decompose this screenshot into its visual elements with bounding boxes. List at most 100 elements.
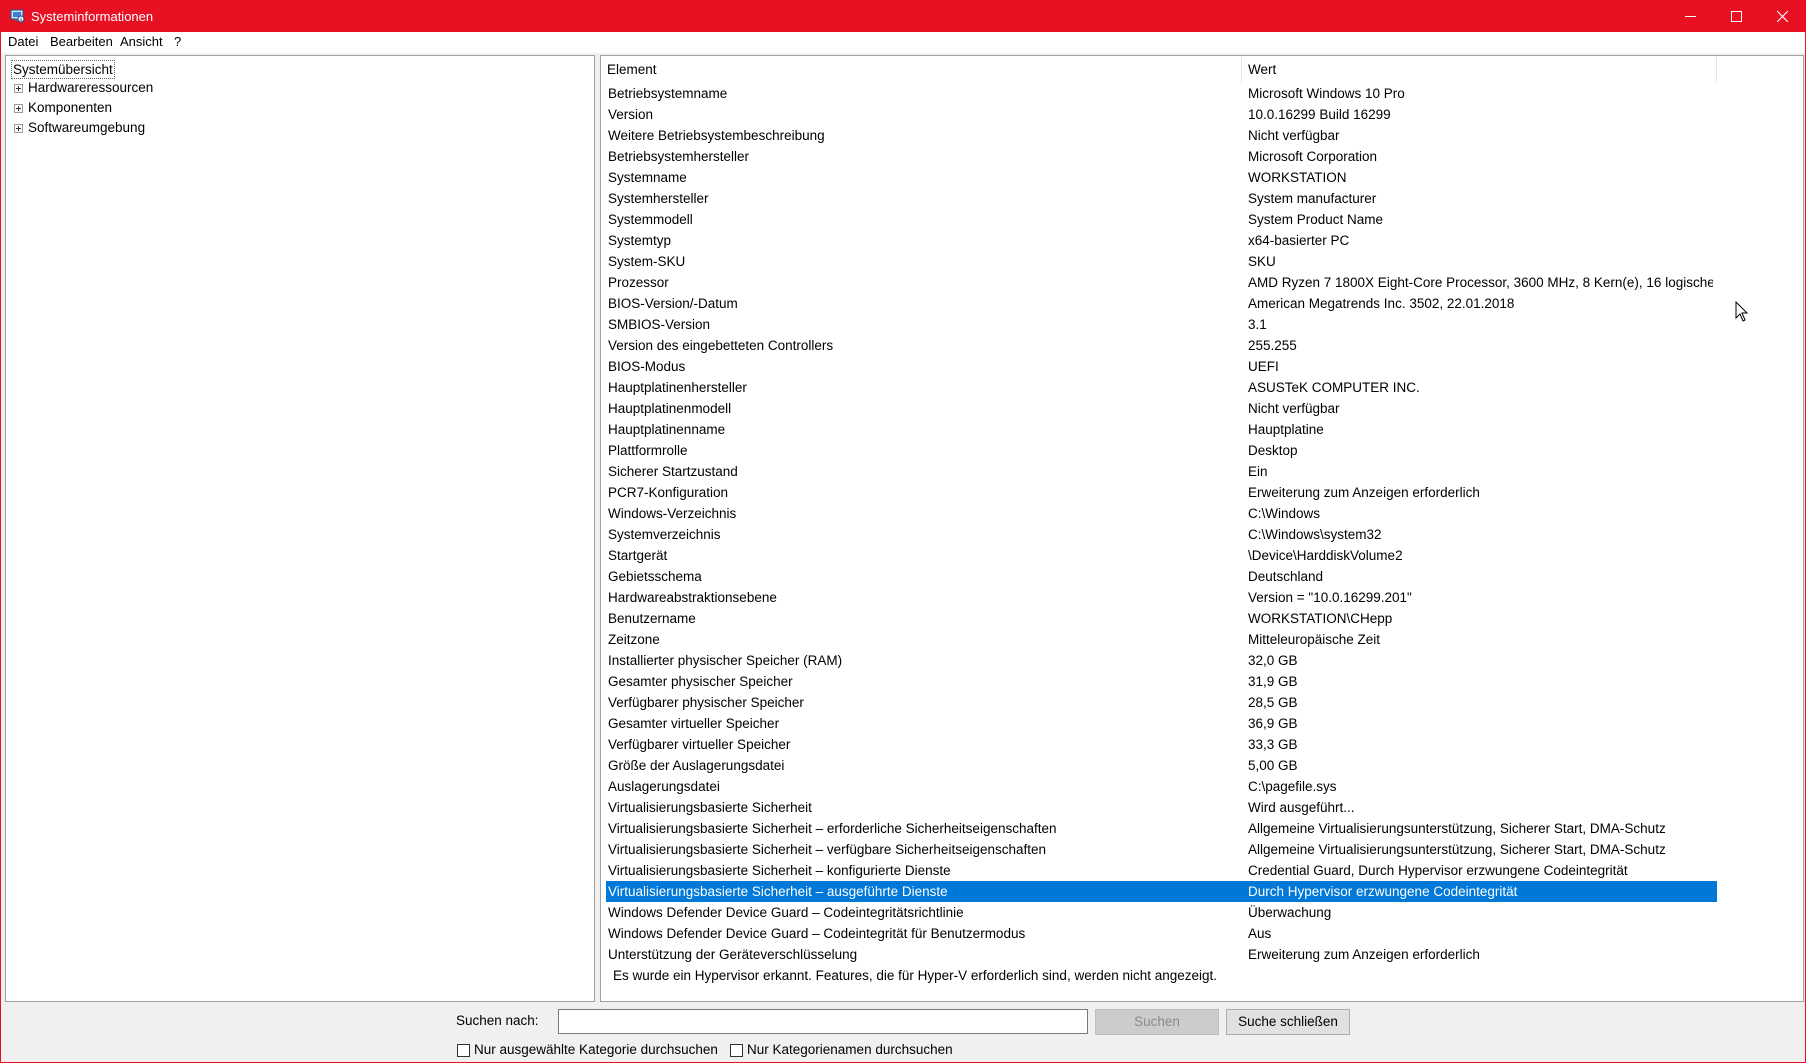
cell-element: Gebietsschema: [608, 569, 702, 584]
table-row[interactable]: Auslagerungsdatei C:\pagefile.sys: [606, 776, 1717, 797]
cell-element: Größe der Auslagerungsdatei: [608, 758, 785, 773]
cell-value: Version = "10.0.16299.201": [1248, 590, 1412, 605]
search-selected-category-checkbox[interactable]: Nur ausgewählte Kategorie durchsuchen: [457, 1042, 737, 1060]
cell-value: Ein: [1248, 464, 1268, 479]
table-row[interactable]: Installierter physischer Speicher (RAM) 3…: [606, 650, 1717, 671]
search-button[interactable]: Suchen: [1095, 1009, 1219, 1035]
cell-value: System Product Name: [1248, 212, 1384, 227]
checkbox-box[interactable]: [457, 1044, 470, 1057]
table-row[interactable]: Hauptplatinenhersteller ASUSTeK COMPUTER …: [606, 377, 1717, 398]
cell-value: C:\Windows: [1248, 506, 1321, 521]
minimize-button[interactable]: [1667, 1, 1713, 32]
table-row[interactable]: Virtualisierungsbasierte Sicherheit – er…: [606, 818, 1717, 839]
table-row[interactable]: Betriebsystemhersteller Microsoft Corpora…: [606, 146, 1717, 167]
cell-element: Hauptplatinenhersteller: [608, 380, 747, 395]
cell-element: System-SKU: [608, 254, 686, 269]
menu-item-bearbeiten[interactable]: Bearbeiten: [50, 34, 113, 49]
table-row[interactable]: Gebietsschema Deutschland: [606, 566, 1717, 587]
table-row[interactable]: PCR7-Konfiguration Erweiterung zum Anzeig…: [606, 482, 1717, 503]
table-row[interactable]: Unterstützung der Geräteverschlüsselung E…: [606, 944, 1717, 965]
table-row[interactable]: Gesamter physischer Speicher 31,9 GB: [606, 671, 1717, 692]
cell-value: Allgemeine Virtualisierungsunterstützung…: [1248, 821, 1666, 836]
table-row[interactable]: Virtualisierungsbasierte Sicherheit – ve…: [606, 839, 1717, 860]
checkbox-box[interactable]: [730, 1044, 743, 1057]
cell-value: C:\Windows\system32: [1248, 527, 1382, 542]
expand-plus-icon[interactable]: [14, 124, 23, 133]
table-row[interactable]: Hauptplatinenname Hauptplatine: [606, 419, 1717, 440]
cell-value: System manufacturer: [1248, 191, 1377, 206]
table-row[interactable]: Hardwareabstraktionsebene Version = "10.0…: [606, 587, 1717, 608]
window-title: Systeminformationen: [31, 9, 154, 24]
table-row[interactable]: Virtualisierungsbasierte Sicherheit Wird …: [606, 797, 1717, 818]
cell-value: Hauptplatine: [1248, 422, 1324, 437]
table-row[interactable]: Systemtyp x64-basierter PC: [606, 230, 1717, 251]
cell-element: Auslagerungsdatei: [608, 779, 720, 794]
table-row[interactable]: Version 10.0.16299 Build 16299: [606, 104, 1717, 125]
title-bar[interactable]: Systeminformationen: [1, 1, 1805, 32]
table-row[interactable]: Virtualisierungsbasierte Sicherheit – au…: [606, 881, 1717, 902]
expand-plus-icon[interactable]: [14, 84, 23, 93]
cell-element: Version des eingebetteten Controllers: [608, 338, 834, 353]
cell-value: Erweiterung zum Anzeigen erforderlich: [1248, 947, 1480, 962]
cell-value: Microsoft Corporation: [1248, 149, 1378, 164]
table-row[interactable]: Systemname WORKSTATION: [606, 167, 1717, 188]
table-row[interactable]: Plattformrolle Desktop: [606, 440, 1717, 461]
table-row[interactable]: Verfügbarer virtueller Speicher 33,3 GB: [606, 734, 1717, 755]
cell-value: Credential Guard, Durch Hypervisor erzwu…: [1248, 863, 1628, 878]
table-row[interactable]: BIOS-Version/-Datum American Megatrends I…: [606, 293, 1717, 314]
table-row[interactable]: Systemverzeichnis C:\Windows\system32: [606, 524, 1717, 545]
menu-item-datei[interactable]: Datei: [8, 34, 38, 49]
table-row[interactable]: Hauptplatinenmodell Nicht verfügbar: [606, 398, 1717, 419]
cell-element: Windows Defender Device Guard – Codeinte…: [608, 905, 964, 920]
cell-value: ASUSTeK COMPUTER INC.: [1248, 380, 1420, 395]
table-row[interactable]: Sicherer Startzustand Ein: [606, 461, 1717, 482]
column-header-element[interactable]: Element: [601, 56, 1242, 83]
table-row[interactable]: Betriebsystemname Microsoft Windows 10 Pr…: [606, 83, 1717, 104]
cell-value: Nicht verfügbar: [1248, 128, 1340, 143]
table-row[interactable]: BIOS-Modus UEFI: [606, 356, 1717, 377]
cell-element: PCR7-Konfiguration: [608, 485, 729, 500]
table-row[interactable]: Version des eingebetteten Controllers 255…: [606, 335, 1717, 356]
table-row[interactable]: Virtualisierungsbasierte Sicherheit – ko…: [606, 860, 1717, 881]
table-row[interactable]: Verfügbarer physischer Speicher 28,5 GB: [606, 692, 1717, 713]
menu-item-help[interactable]: ?: [174, 34, 181, 49]
cell-element: Zeitzone: [608, 632, 660, 647]
table-row[interactable]: Größe der Auslagerungsdatei 5,00 GB: [606, 755, 1717, 776]
table-row[interactable]: Systemmodell System Product Name: [606, 209, 1717, 230]
table-row[interactable]: Prozessor AMD Ryzen 7 1800X Eight-Core Pr…: [606, 272, 1717, 293]
table-row[interactable]: Gesamter virtueller Speicher 36,9 GB: [606, 713, 1717, 734]
maximize-button[interactable]: [1713, 1, 1759, 32]
close-button[interactable]: [1759, 1, 1805, 32]
cell-value: Wird ausgeführt...: [1248, 800, 1355, 815]
table-row[interactable]: Weitere Betriebsystembeschreibung Nicht v…: [606, 125, 1717, 146]
cell-value: Überwachung: [1248, 905, 1332, 920]
cell-element: Virtualisierungsbasierte Sicherheit – er…: [608, 821, 1057, 836]
cell-element: Gesamter physischer Speicher: [608, 674, 793, 689]
table-row[interactable]: System-SKU SKU: [606, 251, 1717, 272]
table-row[interactable]: Windows Defender Device Guard – Codeinte…: [606, 923, 1717, 944]
close-search-button[interactable]: Suche schließen: [1226, 1009, 1350, 1035]
column-header-value[interactable]: Wert: [1242, 56, 1717, 83]
table-row[interactable]: SMBIOS-Version 3.1: [606, 314, 1717, 335]
menu-item-ansicht[interactable]: Ansicht: [120, 34, 163, 49]
hypervisor-note: Es wurde ein Hypervisor erkannt. Feature…: [613, 968, 1218, 983]
expand-plus-icon[interactable]: [14, 104, 23, 113]
category-tree[interactable]: Systemübersicht Hardwareressourcen Kompo…: [5, 55, 595, 1002]
close-icon: [1777, 11, 1788, 22]
cell-element: Systemverzeichnis: [608, 527, 721, 542]
table-row[interactable]: Zeitzone Mitteleuropäische Zeit: [606, 629, 1717, 650]
cell-value: Allgemeine Virtualisierungsunterstützung…: [1248, 842, 1666, 857]
table-row[interactable]: Windows Defender Device Guard – Codeinte…: [606, 902, 1717, 923]
table-row[interactable]: Startgerät \Device\HarddiskVolume2: [606, 545, 1717, 566]
search-category-names-checkbox[interactable]: Nur Kategorienamen durchsuchen: [730, 1042, 990, 1060]
cell-value: 3.1: [1248, 317, 1267, 332]
tree-item-systemuebersicht[interactable]: Systemübersicht: [11, 60, 115, 79]
cell-element: BIOS-Modus: [608, 359, 686, 374]
cell-element: Unterstützung der Geräteverschlüsselung: [608, 947, 858, 962]
details-list[interactable]: Element Wert Betriebsystemname Microsoft …: [600, 55, 1804, 1002]
table-row[interactable]: Benutzername WORKSTATION\CHepp: [606, 608, 1717, 629]
table-row[interactable]: Systemhersteller System manufacturer: [606, 188, 1717, 209]
table-row[interactable]: Windows-Verzeichnis C:\Windows: [606, 503, 1717, 524]
cell-value: UEFI: [1248, 359, 1279, 374]
search-input[interactable]: [558, 1009, 1088, 1034]
